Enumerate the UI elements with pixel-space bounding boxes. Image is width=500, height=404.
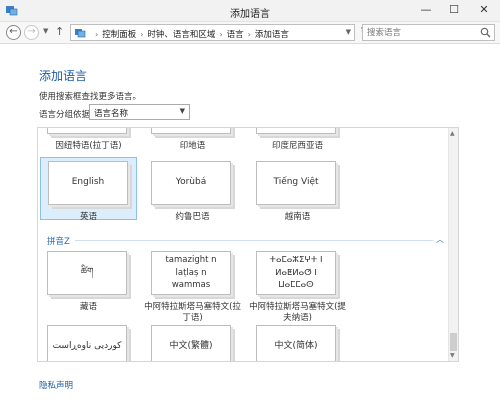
language-sample-card bbox=[47, 128, 127, 134]
language-name: 印地语 bbox=[179, 141, 206, 151]
scrollbar-thumb[interactable] bbox=[450, 333, 457, 351]
recent-locations-chevron-icon[interactable]: ▼ bbox=[43, 27, 48, 35]
language-name: 中阿特拉斯塔马塞特文(提夫纳语) bbox=[249, 302, 346, 324]
navigation-bar: ← → ▼ ↑ ›控制面板›时钟、语言和区域›语言›添加语言 ▼ ↻ bbox=[0, 22, 500, 44]
vertical-scrollbar[interactable]: ▲ ▼ bbox=[448, 128, 458, 361]
page-title: 添加语言 bbox=[39, 69, 88, 83]
forward-button[interactable]: → bbox=[24, 25, 39, 40]
search-box[interactable] bbox=[362, 24, 495, 41]
section-header-pinyin-z: 拼音Z bbox=[47, 237, 70, 247]
language-sample-card: 中文(简体) bbox=[256, 325, 336, 361]
search-icon[interactable] bbox=[480, 27, 491, 38]
language-sample-card: Yorùbá bbox=[151, 161, 231, 205]
language-tile-central-atlas-tamazight-latin[interactable]: tamazight n laṭlaṣ n wammas 中阿特拉斯塔马塞特文(拉… bbox=[144, 251, 241, 324]
back-button[interactable]: ← bbox=[6, 25, 21, 40]
language-sample-card: ⵜⴰⵎⴰⵣⵉⵖⵜ ⵏ ⵍⴰⵟⵍⴰⵚ ⵏ ⵡⴰⵎⵎⴰⵙ bbox=[256, 251, 336, 295]
language-tile-hindi[interactable]: 印地语 bbox=[144, 128, 241, 152]
breadcrumb-separator: › bbox=[140, 30, 144, 39]
group-by-value: 语言名称 bbox=[94, 109, 129, 119]
privacy-statement-link[interactable]: 隐私声明 bbox=[39, 379, 73, 391]
chevron-down-icon: ▼ bbox=[179, 107, 185, 115]
language-tile-chinese-traditional[interactable]: 中文(繁體) bbox=[144, 325, 241, 361]
address-history-chevron-icon[interactable]: ▼ bbox=[346, 28, 351, 36]
language-tile-central-kurdish[interactable]: کوردیی ناوەڕاست bbox=[40, 325, 137, 361]
language-sample-card bbox=[256, 128, 336, 134]
language-name: 中阿特拉斯塔马塞特文(拉丁语) bbox=[144, 302, 241, 324]
group-by-dropdown[interactable]: 语言名称 ▼ bbox=[89, 104, 190, 120]
language-name: 越南语 bbox=[284, 212, 311, 222]
scroll-down-arrow-icon[interactable]: ▼ bbox=[450, 352, 455, 359]
language-name: 约鲁巴语 bbox=[175, 212, 210, 222]
language-sample-card: tamazight n laṭlaṣ n wammas bbox=[151, 251, 231, 295]
minimize-button[interactable]: — bbox=[412, 0, 440, 20]
maximize-button[interactable]: ☐ bbox=[440, 0, 468, 20]
language-name: 藏语 bbox=[79, 302, 97, 312]
language-name: 英语 bbox=[79, 212, 97, 222]
breadcrumb-control-panel[interactable]: 控制面板 bbox=[102, 30, 136, 40]
language-sample-card: ཚིག bbox=[47, 251, 127, 295]
breadcrumb-clock-language-region[interactable]: 时钟、语言和区域 bbox=[147, 30, 215, 40]
search-hint: 使用搜索框查找更多语言。 bbox=[39, 92, 142, 102]
language-tile-chinese-simplified[interactable]: 中文(简体) bbox=[249, 325, 346, 361]
language-list-panel: 因纽特语(拉丁语) 印地语 印度尼西亚语 English 英语 Yorùbá 约… bbox=[37, 127, 459, 362]
section-divider bbox=[75, 240, 433, 241]
language-tile-indonesian[interactable]: 印度尼西亚语 bbox=[249, 128, 346, 152]
language-name: 因纽特语(拉丁语) bbox=[55, 141, 122, 151]
scroll-up-arrow-icon[interactable]: ▲ bbox=[450, 130, 455, 137]
title-bar: 添加语言 — ☐ ✕ bbox=[0, 0, 500, 22]
language-sample-card bbox=[151, 128, 231, 134]
language-tile-tibetan[interactable]: ཚིག 藏语 bbox=[40, 251, 137, 313]
collapse-section-icon[interactable]: ︿ bbox=[436, 234, 444, 245]
language-sample-card: English bbox=[48, 161, 128, 205]
control-panel-icon bbox=[75, 29, 86, 38]
language-name: 印度尼西亚语 bbox=[271, 141, 323, 151]
breadcrumb-add-language[interactable]: 添加语言 bbox=[255, 30, 289, 40]
up-button[interactable]: ↑ bbox=[55, 25, 64, 38]
language-tile-english[interactable]: English 英语 bbox=[40, 157, 137, 222]
group-by-label: 语言分组依据: bbox=[39, 110, 93, 120]
language-tile-inuktitut-latin[interactable]: 因纽特语(拉丁语) bbox=[40, 128, 137, 152]
close-button[interactable]: ✕ bbox=[470, 0, 498, 20]
language-tile-yoruba[interactable]: Yorùbá 约鲁巴语 bbox=[144, 161, 241, 223]
language-tile-central-atlas-tamazight-tifinagh[interactable]: ⵜⴰⵎⴰⵣⵉⵖⵜ ⵏ ⵍⴰⵟⵍⴰⵚ ⵏ ⵡⴰⵎⵎⴰⵙ 中阿特拉斯塔马塞特文(提夫… bbox=[249, 251, 346, 324]
breadcrumb-language[interactable]: 语言 bbox=[227, 30, 244, 40]
breadcrumb-separator: › bbox=[247, 30, 251, 39]
breadcrumb-separator: › bbox=[219, 30, 223, 39]
search-input[interactable] bbox=[363, 25, 473, 40]
language-sample-card: کوردیی ناوەڕاست bbox=[47, 325, 127, 361]
language-sample-card: 中文(繁體) bbox=[151, 325, 231, 361]
language-tile-vietnamese[interactable]: Tiếng Việt 越南语 bbox=[249, 161, 346, 223]
language-sample-card: Tiếng Việt bbox=[256, 161, 336, 205]
address-bar[interactable]: › 控制面板 › 时钟、语言和区域 › 语言 › 添加语言 ▼ bbox=[70, 24, 355, 41]
breadcrumb-separator: › bbox=[95, 30, 99, 39]
breadcrumb: › 控制面板 › 时钟、语言和区域 › 语言 › 添加语言 bbox=[91, 28, 289, 40]
